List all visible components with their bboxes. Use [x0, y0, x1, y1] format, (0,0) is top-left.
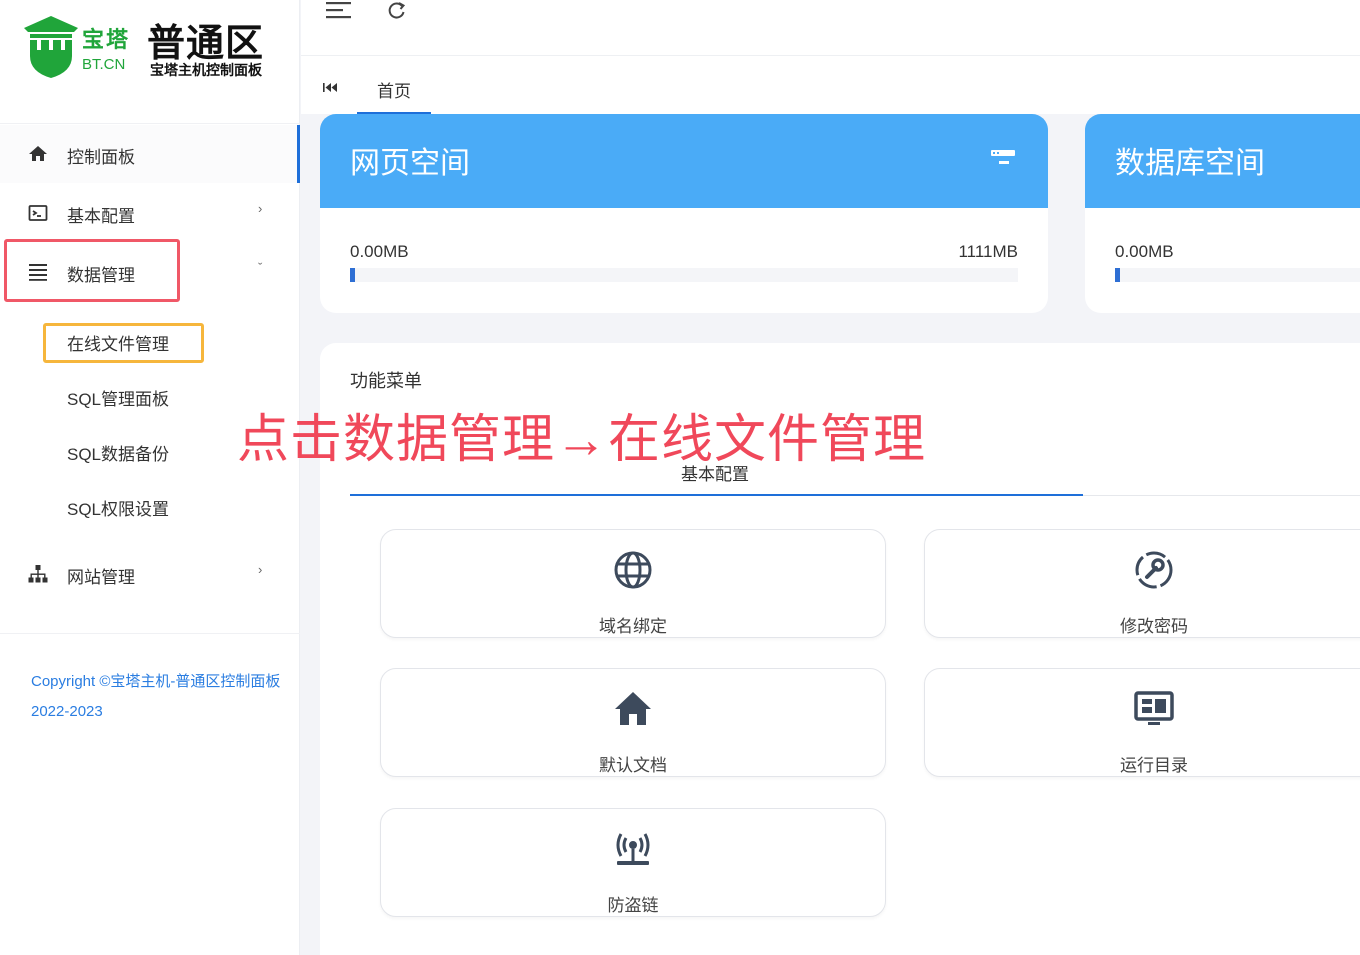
home-icon — [29, 146, 47, 161]
brand-cn: 宝塔 — [82, 27, 131, 52]
sidebar: 宝塔 BT.CN 普通区 宝塔主机控制面板 控制面板 基本配置 › 数据管理 ˇ… — [0, 0, 300, 955]
key-settings-icon — [1135, 551, 1173, 589]
chevron-right-icon: › — [258, 562, 263, 577]
logo-title: 普通区 — [147, 23, 265, 65]
home-icon — [615, 692, 651, 725]
hotlink-protection-button[interactable]: 防盗链 — [380, 808, 886, 917]
sitemap-icon — [28, 565, 48, 583]
run-directory-button[interactable]: 运行目录 — [924, 668, 1360, 777]
web-space-progress-bar — [350, 268, 1018, 282]
terminal-icon — [28, 205, 48, 221]
dashboard-icon — [1134, 691, 1174, 725]
default-document-label: 默认文档 — [599, 756, 667, 775]
hotlink-protection-label: 防盗链 — [607, 896, 659, 915]
sidebar-sub-online-file-manager[interactable]: 在线文件管理 — [67, 330, 169, 355]
sidebar-item-basic-config[interactable]: 基本配置 › — [0, 184, 300, 242]
db-space-progress-bar — [1115, 268, 1360, 282]
list-icon — [29, 264, 47, 281]
tab-underline-active — [350, 494, 1083, 496]
copyright-text: Copyright ©宝塔主机-普通区控制面板 2022-2023 — [31, 673, 281, 720]
sidebar-item-label: 控制面板 — [67, 148, 135, 167]
bt-shield-icon — [24, 16, 78, 78]
web-space-used: 0.00MB — [350, 242, 409, 261]
sidebar-sub-sql-panel[interactable]: SQL管理面板 — [67, 385, 169, 410]
tab-home-label: 首页 — [377, 82, 411, 101]
default-document-button[interactable]: 默认文档 — [380, 668, 886, 777]
run-directory-label: 运行目录 — [1120, 756, 1188, 775]
db-space-title: 数据库空间 — [1115, 147, 1265, 180]
brand-en: BT.CN — [82, 56, 126, 73]
chevron-right-icon: › — [258, 201, 263, 216]
menu-toggle-icon[interactable] — [326, 0, 352, 22]
sidebar-item-label: 网站管理 — [67, 568, 135, 587]
sidebar-item-dashboard[interactable]: 控制面板 — [0, 125, 300, 183]
sidebar-item-site-management[interactable]: 网站管理 › — [0, 545, 300, 603]
tab-home[interactable]: 首页 — [357, 60, 431, 114]
logo-subtitle: 宝塔主机控制面板 — [150, 62, 262, 78]
change-password-button[interactable]: 修改密码 — [924, 529, 1360, 638]
sidebar-sub-sql-backup[interactable]: SQL数据备份 — [67, 440, 169, 465]
tab-scroll-left-icon[interactable] — [322, 81, 338, 95]
db-space-card: 数据库空间 0.00MB — [1085, 114, 1360, 313]
function-menu-title: 功能菜单 — [350, 371, 422, 391]
sidebar-item-label: 数据管理 — [67, 266, 135, 285]
db-space-progress-fill — [1115, 268, 1120, 282]
db-space-card-header: 数据库空间 — [1085, 114, 1360, 208]
web-space-card-header: 网页空间 — [320, 114, 1048, 208]
change-password-label: 修改密码 — [1120, 617, 1188, 636]
sidebar-item-label: 基本配置 — [67, 207, 135, 226]
web-space-progress-fill — [350, 268, 355, 282]
web-space-title: 网页空间 — [350, 147, 470, 180]
sidebar-item-data-management[interactable]: 数据管理 ˇ — [0, 243, 300, 301]
db-space-used: 0.00MB — [1115, 242, 1174, 261]
tab-bar — [301, 56, 1360, 114]
refresh-icon[interactable] — [387, 1, 407, 21]
instruction-annotation: 点击数据管理→在线文件管理 — [237, 411, 927, 469]
web-space-card: 网页空间 0.00MB 1111MB — [320, 114, 1048, 313]
logo: 宝塔 BT.CN 普通区 宝塔主机控制面板 — [22, 14, 282, 84]
web-space-total: 1111MB — [958, 242, 1018, 261]
chevron-down-icon: ˇ — [258, 260, 263, 275]
domain-binding-button[interactable]: 域名绑定 — [380, 529, 886, 638]
server-icon — [991, 150, 1015, 164]
divider — [0, 633, 300, 634]
divider — [0, 123, 300, 124]
broadcast-icon — [616, 833, 650, 865]
sidebar-sub-sql-permissions[interactable]: SQL权限设置 — [67, 495, 169, 520]
globe-icon — [614, 551, 652, 589]
top-bar — [301, 0, 1360, 56]
domain-binding-label: 域名绑定 — [599, 617, 667, 636]
